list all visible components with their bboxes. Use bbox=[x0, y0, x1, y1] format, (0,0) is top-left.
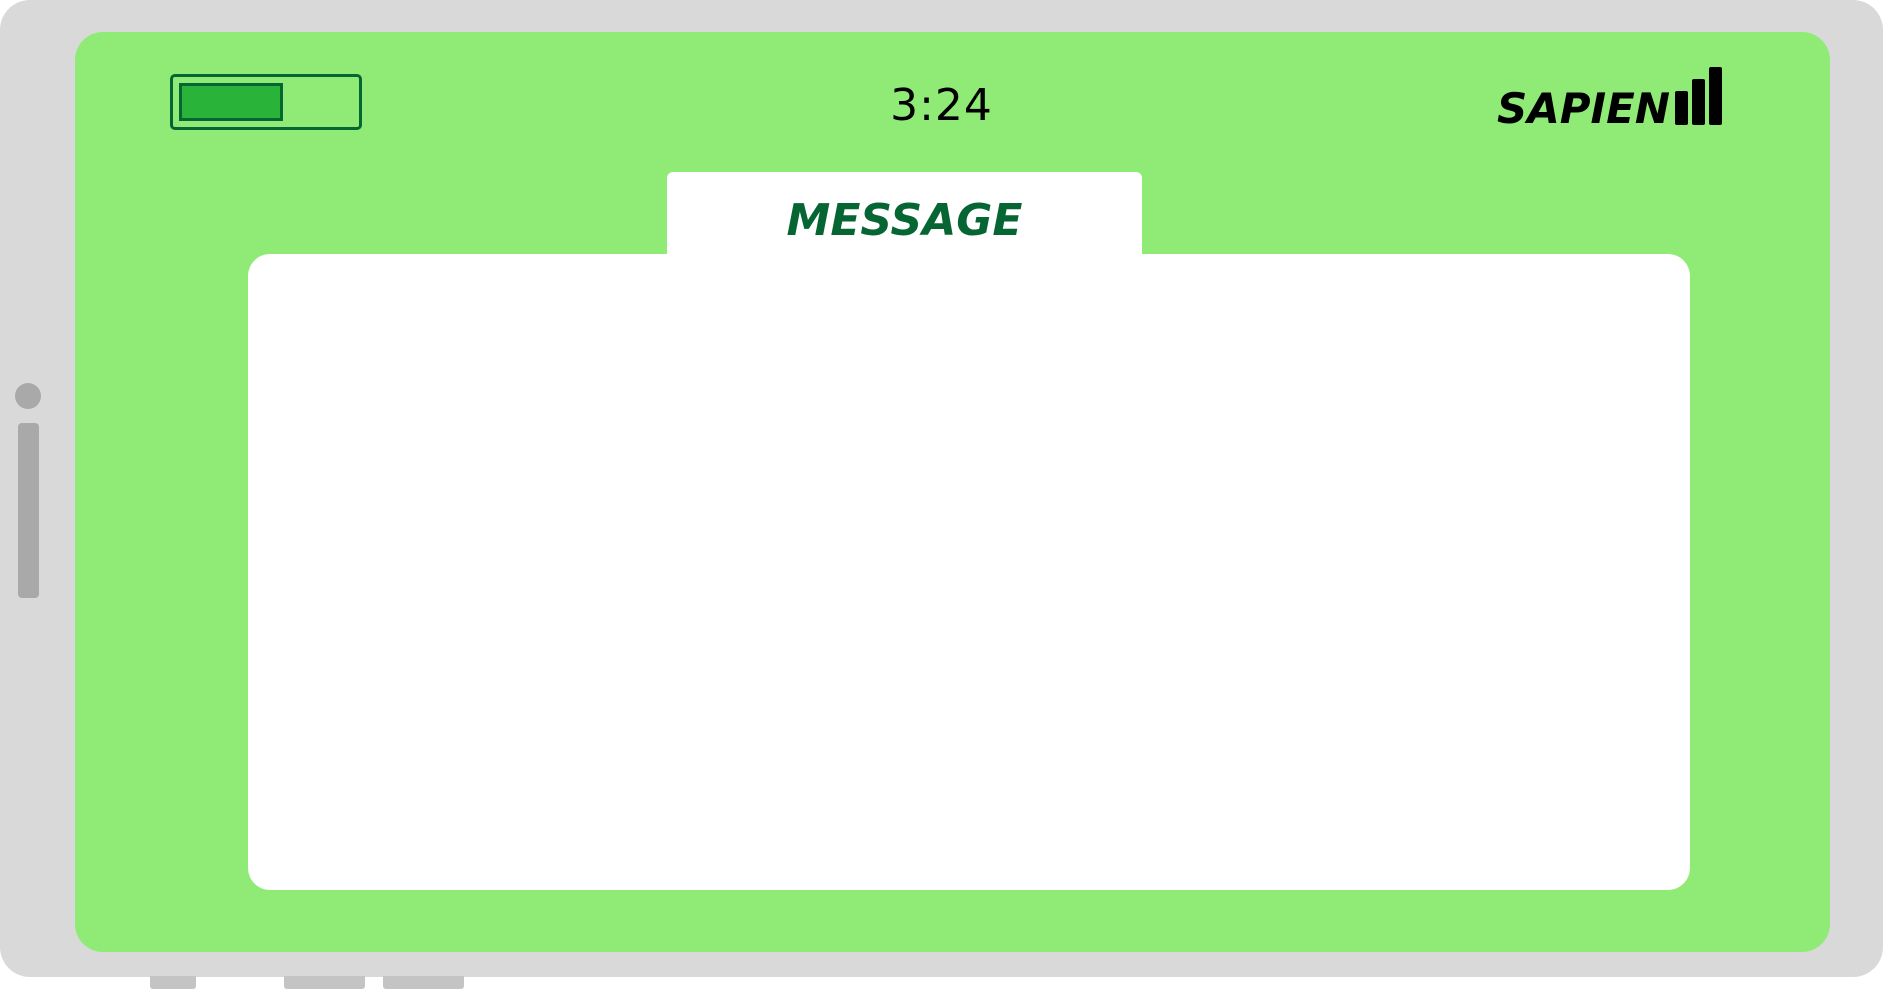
volume-down-button[interactable] bbox=[284, 976, 365, 989]
camera-dot bbox=[15, 383, 41, 409]
signal-bar bbox=[1709, 67, 1722, 125]
message-title: MESSAGE bbox=[786, 195, 1023, 246]
signal-strength-icon bbox=[1675, 65, 1725, 125]
battery-fill bbox=[179, 83, 283, 121]
status-clock: 3:24 bbox=[890, 80, 993, 131]
battery-indicator bbox=[170, 74, 362, 130]
side-handle bbox=[18, 423, 39, 598]
volume-up-button[interactable] bbox=[383, 976, 464, 989]
signal-bar bbox=[1692, 79, 1705, 125]
carrier-name: SAPIEN bbox=[1496, 84, 1670, 133]
message-tab[interactable]: MESSAGE bbox=[667, 172, 1142, 262]
message-panel[interactable] bbox=[248, 254, 1690, 890]
signal-bar bbox=[1675, 91, 1688, 125]
hardware-button[interactable] bbox=[150, 976, 196, 989]
